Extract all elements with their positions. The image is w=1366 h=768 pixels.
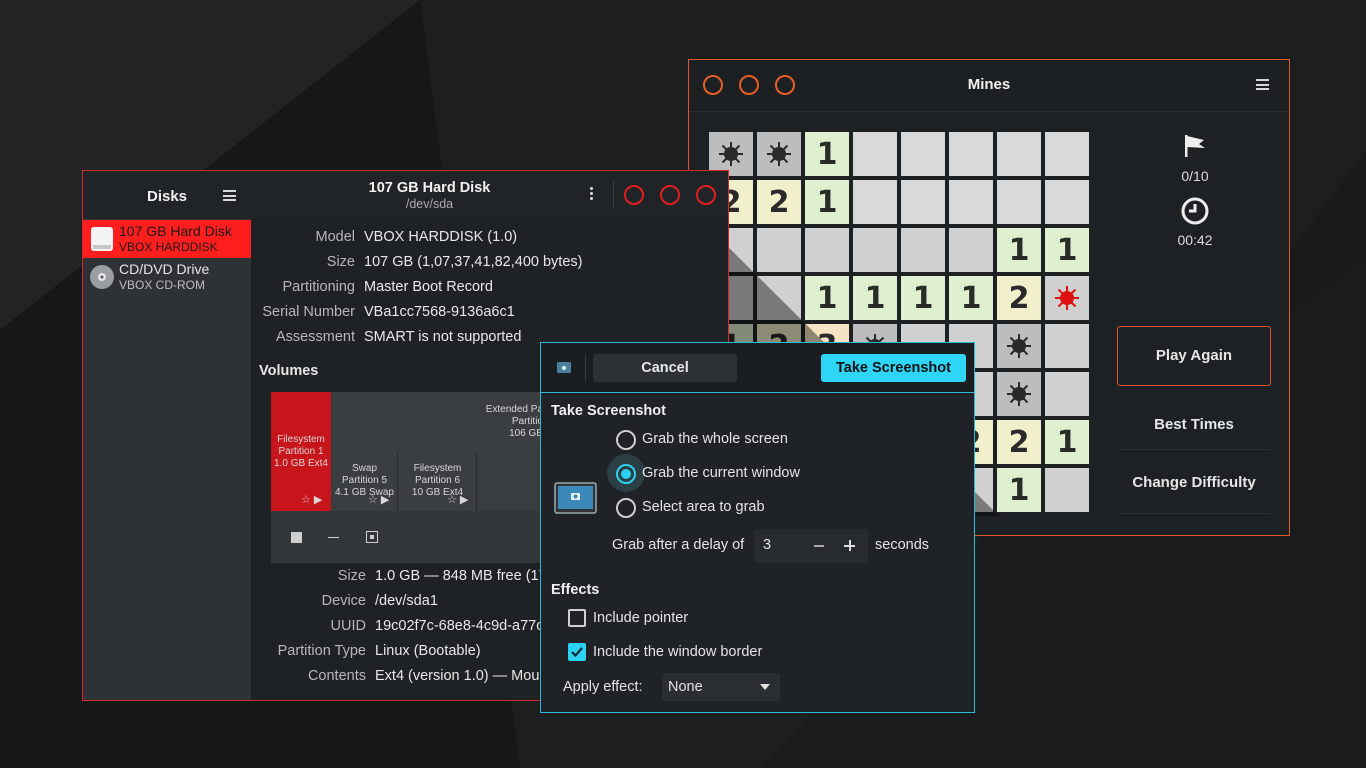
property-label: UUID [330, 618, 366, 634]
volume-swap[interactable]: Swap Partition 5 4.1 GB Swap ☆ ▶ [332, 452, 398, 511]
maximize-button[interactable] [696, 185, 716, 205]
apply-effect-label: Apply effect: [563, 679, 643, 695]
elapsed-time: 00:42 [1177, 232, 1213, 248]
include-pointer-checkbox[interactable] [568, 609, 586, 627]
flag-icon [1185, 135, 1205, 157]
mines-titlebar: Mines [689, 60, 1289, 112]
option-whole-screen-label: Grab the whole screen [642, 431, 788, 447]
effect-select[interactable]: None [662, 673, 780, 701]
menu-icon[interactable] [1256, 79, 1269, 90]
section-effects: Effects [551, 582, 600, 598]
property-label: Partition Type [277, 643, 366, 659]
sidebar-header: Disks [83, 171, 251, 219]
screenshot-dialog: Cancel Take Screenshot Take Screenshot G… [540, 342, 975, 713]
star-icon: ☆ ▶ [301, 494, 323, 506]
section-take-screenshot: Take Screenshot [551, 403, 666, 419]
play-again-button[interactable]: Play Again [1117, 326, 1271, 386]
property-label: Contents [307, 668, 366, 684]
include-pointer-label: Include pointer [593, 610, 689, 626]
property-value: VBa1cc7568-9136a6c1 [364, 304, 515, 320]
chevron-down-icon [760, 684, 770, 690]
minus-icon[interactable] [328, 537, 339, 538]
disk-device: /dev/sda [405, 197, 454, 211]
increment-icon[interactable] [844, 540, 855, 551]
property-value: 1.0 GB — 848 MB free (17 [375, 568, 547, 584]
disk-title: 107 GB Hard Disk [368, 180, 491, 196]
volume-extended[interactable]: Extended Pa Partitio 106 GB [332, 392, 543, 450]
property-value: Master Boot Record [364, 279, 493, 295]
volumes-heading: Volumes [259, 363, 319, 379]
more-options-icon[interactable] [590, 187, 593, 200]
stop-icon[interactable] [291, 532, 302, 543]
delay-value[interactable]: 3 [763, 537, 771, 553]
screenshot-icon [554, 482, 597, 514]
window-title: Mines [967, 76, 1011, 93]
volume-name: Partitio [511, 416, 543, 427]
decrement-icon[interactable] [814, 545, 824, 547]
flag-count: 0/10 [1181, 168, 1209, 184]
option-select-area-label: Select area to grab [642, 499, 765, 515]
property-value: 19c02f7c-68e8-4c9d-a77c [375, 618, 544, 634]
option-current-window-label: Grab the current window [642, 465, 800, 481]
change-difficulty-button[interactable]: Change Difficulty [1117, 452, 1271, 514]
property-value: /dev/sda1 [375, 593, 438, 609]
seconds-label: seconds [875, 537, 930, 553]
minimize-button[interactable] [660, 185, 680, 205]
header-separator [613, 181, 614, 209]
menu-icon[interactable] [223, 190, 236, 201]
property-label: Partitioning [282, 279, 355, 295]
star-icon: ☆ ▶ [368, 494, 390, 506]
volume-partition-6[interactable]: Filesystem Partition 6 10 GB Ext4 ☆ ▶ [399, 452, 477, 511]
volume-name: Partition 5 [341, 475, 388, 486]
property-value: VBOX HARDDISK (1.0) [364, 229, 518, 245]
checkmark-icon [571, 647, 583, 658]
star-icon: ☆ ▶ [447, 494, 469, 506]
property-label: Serial Number [262, 304, 355, 320]
dialog-header: Cancel Take Screenshot [541, 343, 974, 393]
disks-header: 107 GB Hard Disk /dev/sda [251, 171, 728, 219]
radio-current-window[interactable] [616, 464, 636, 484]
volume-name: Partition 1 [278, 446, 324, 457]
settings-icon[interactable] [366, 531, 378, 543]
volume-type: Swap [351, 463, 377, 474]
radio-select-area[interactable] [616, 498, 636, 518]
game-stats: 0/10 00:42 [1117, 132, 1273, 248]
volume-name: Partition 6 [414, 475, 461, 486]
volume-type: Filesystem [413, 463, 462, 474]
cancel-button[interactable]: Cancel [593, 354, 737, 382]
volume-toolbar [271, 511, 543, 563]
include-border-checkbox[interactable] [568, 643, 586, 661]
close-button[interactable] [624, 185, 644, 205]
property-value: Ext4 (version 1.0) — Mou [375, 668, 540, 684]
property-label: Model [315, 229, 356, 245]
screenshot-app-icon [557, 362, 571, 373]
volume-size: 1.0 GB Ext4 [274, 458, 328, 469]
property-value: Linux (Bootable) [375, 643, 481, 659]
property-label: Size [326, 254, 355, 270]
take-screenshot-button[interactable]: Take Screenshot [821, 354, 966, 382]
header-separator [585, 355, 586, 381]
clock-icon [1181, 197, 1209, 225]
property-label: Device [321, 593, 366, 609]
best-times-button[interactable]: Best Times [1117, 402, 1271, 450]
volume-size: 106 GB [509, 428, 543, 439]
property-value: 107 GB (1,07,37,41,82,400 bytes) [364, 254, 583, 270]
volume-partition-1[interactable]: Filesystem Partition 1 1.0 GB Ext4 ☆ ▶ [271, 392, 331, 511]
volume-type: Filesystem [277, 434, 325, 445]
include-border-label: Include the window border [593, 644, 763, 660]
effect-selected-value: None [668, 679, 703, 695]
delay-label: Grab after a delay of [612, 537, 745, 553]
property-label: Size [337, 568, 366, 584]
delay-spinner[interactable]: 3 [754, 529, 868, 563]
volume-type: Extended Pa [485, 404, 543, 415]
radio-whole-screen[interactable] [616, 430, 636, 450]
property-label: Assessment [276, 329, 355, 345]
property-value: SMART is not supported [364, 329, 522, 345]
